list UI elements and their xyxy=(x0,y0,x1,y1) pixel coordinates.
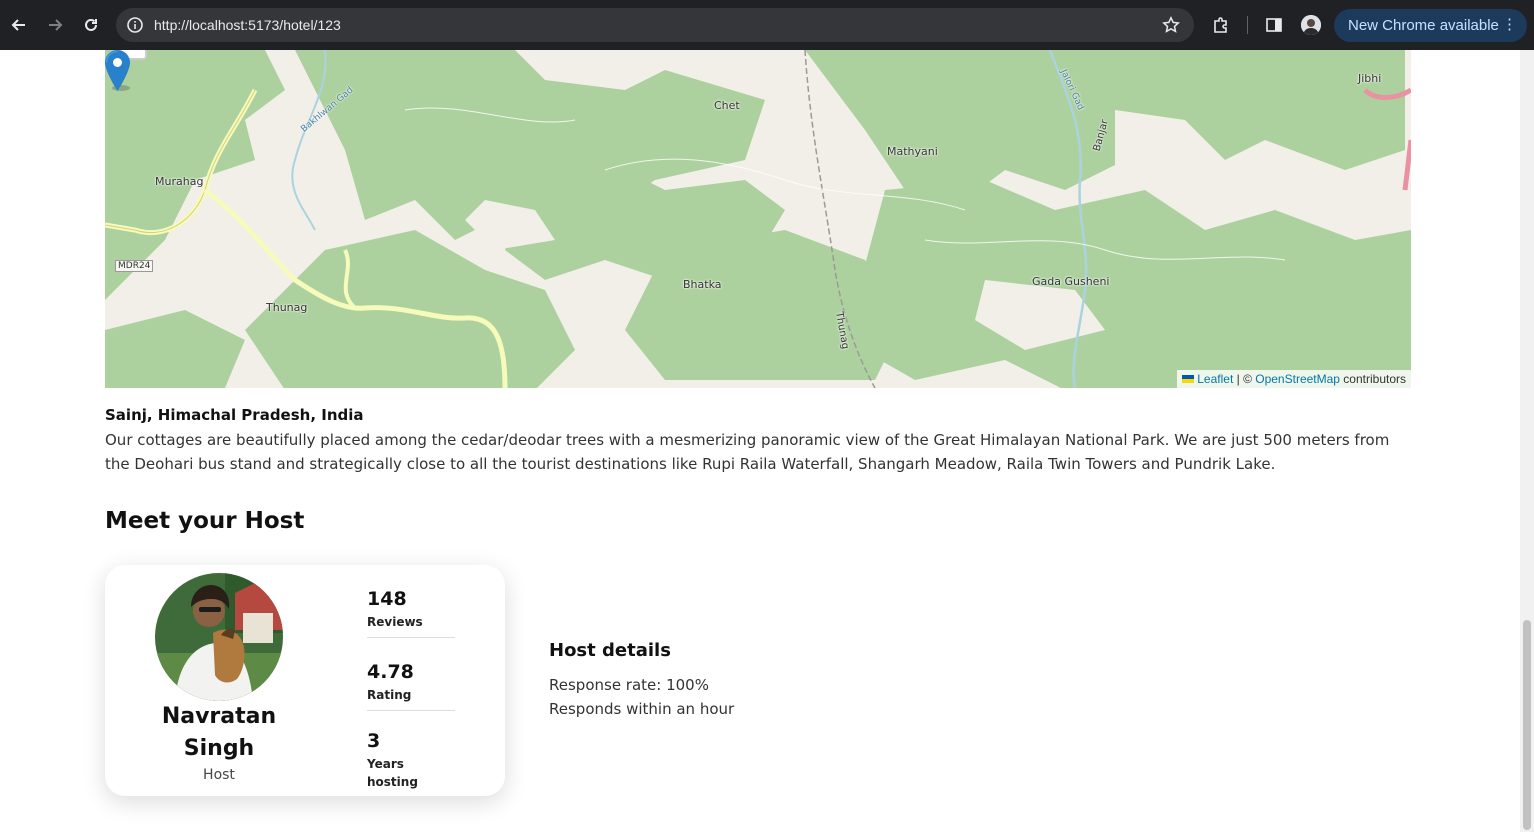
forward-button[interactable] xyxy=(40,10,70,40)
location-description: Our cottages are beautifully placed amon… xyxy=(105,431,1390,473)
map-label-chet: Chet xyxy=(714,99,740,112)
map-attribution: Leaflet | © OpenStreetMap contributors xyxy=(1177,370,1411,388)
stat-label: Rating xyxy=(367,688,412,702)
ukraine-flag-icon xyxy=(1182,375,1195,383)
host-role: Host xyxy=(203,767,235,783)
stat-years-hosting: 3 Years hosting xyxy=(367,729,455,791)
host-response-rate: Response rate: 100% xyxy=(549,676,709,694)
host-first-name: Navratan xyxy=(161,704,277,729)
map-tiles[interactable] xyxy=(105,50,1411,388)
profile-avatar[interactable] xyxy=(1301,15,1321,35)
openstreetmap-link[interactable]: OpenStreetMap xyxy=(1255,372,1340,386)
location-address: Sainj, Himachal Pradesh, India xyxy=(105,406,364,424)
host-details-heading: Host details xyxy=(549,640,671,661)
attribution-separator: | © xyxy=(1233,372,1256,386)
map-label-bhatka: Bhatka xyxy=(683,278,722,291)
side-panel-icon[interactable] xyxy=(1265,16,1283,34)
page-content: Jibhi Chet Mathyani Murahag MDR24 Thunag… xyxy=(0,50,1520,832)
road-badge-mdr24: MDR24 xyxy=(115,260,154,272)
forward-arrow-icon xyxy=(49,19,63,31)
stat-reviews: 148 Reviews xyxy=(367,587,455,638)
stat-value: 148 xyxy=(367,588,407,610)
host-avatar xyxy=(155,573,283,701)
map-marker-icon[interactable] xyxy=(105,50,130,91)
map-label-thunag: Thunag xyxy=(266,301,308,314)
host-photo-image xyxy=(155,573,283,701)
stat-value: 3 xyxy=(367,730,381,752)
profile-icon xyxy=(1301,15,1321,35)
back-arrow-icon xyxy=(11,19,25,31)
stat-divider xyxy=(367,637,455,638)
map-label-murahag: Murahag xyxy=(155,175,204,188)
map-label-jibhi: Jibhi xyxy=(1358,72,1382,85)
host-response-time: Responds within an hour xyxy=(549,700,735,718)
stat-value: 4.78 xyxy=(367,661,414,683)
reload-button[interactable] xyxy=(76,10,106,40)
map-label-mathyani: Mathyani xyxy=(887,145,938,158)
reload-icon xyxy=(85,18,97,31)
host-name: Navratan Singh xyxy=(105,701,333,765)
back-button[interactable] xyxy=(4,10,34,40)
host-card[interactable]: Navratan Singh Host 148 Reviews 4.78 Rat… xyxy=(105,565,505,796)
attribution-suffix: contributors xyxy=(1339,372,1406,386)
leaflet-link[interactable]: Leaflet xyxy=(1197,372,1233,386)
new-chrome-available-button[interactable]: New Chrome available ⋮ xyxy=(1334,9,1527,42)
stat-label: Years hosting xyxy=(367,757,418,789)
bookmark-star-icon[interactable] xyxy=(1162,16,1180,34)
extensions-icon[interactable] xyxy=(1212,16,1230,34)
stat-label: Reviews xyxy=(367,615,423,629)
stat-divider xyxy=(367,710,455,711)
host-last-name: Singh xyxy=(183,736,255,761)
stat-rating: 4.78 Rating xyxy=(367,660,455,711)
address-bar[interactable]: http://localhost:5173/hotel/123 xyxy=(116,8,1194,42)
page-scrollbar[interactable] xyxy=(1520,50,1534,832)
scrollbar-thumb[interactable] xyxy=(1523,620,1531,830)
location-map[interactable]: Jibhi Chet Mathyani Murahag MDR24 Thunag… xyxy=(105,50,1411,388)
meet-host-heading: Meet your Host xyxy=(105,508,305,534)
kebab-menu-icon[interactable]: ⋮ xyxy=(1502,17,1517,33)
browser-toolbar: http://localhost:5173/hotel/123 New Chro… xyxy=(0,0,1534,50)
toolbar-divider xyxy=(1247,16,1248,34)
site-info-icon[interactable] xyxy=(126,16,144,34)
new-chrome-label: New Chrome available xyxy=(1348,17,1499,34)
map-label-gada-gusheni: Gada Gusheni xyxy=(1032,275,1110,288)
url-text[interactable]: http://localhost:5173/hotel/123 xyxy=(154,16,341,34)
